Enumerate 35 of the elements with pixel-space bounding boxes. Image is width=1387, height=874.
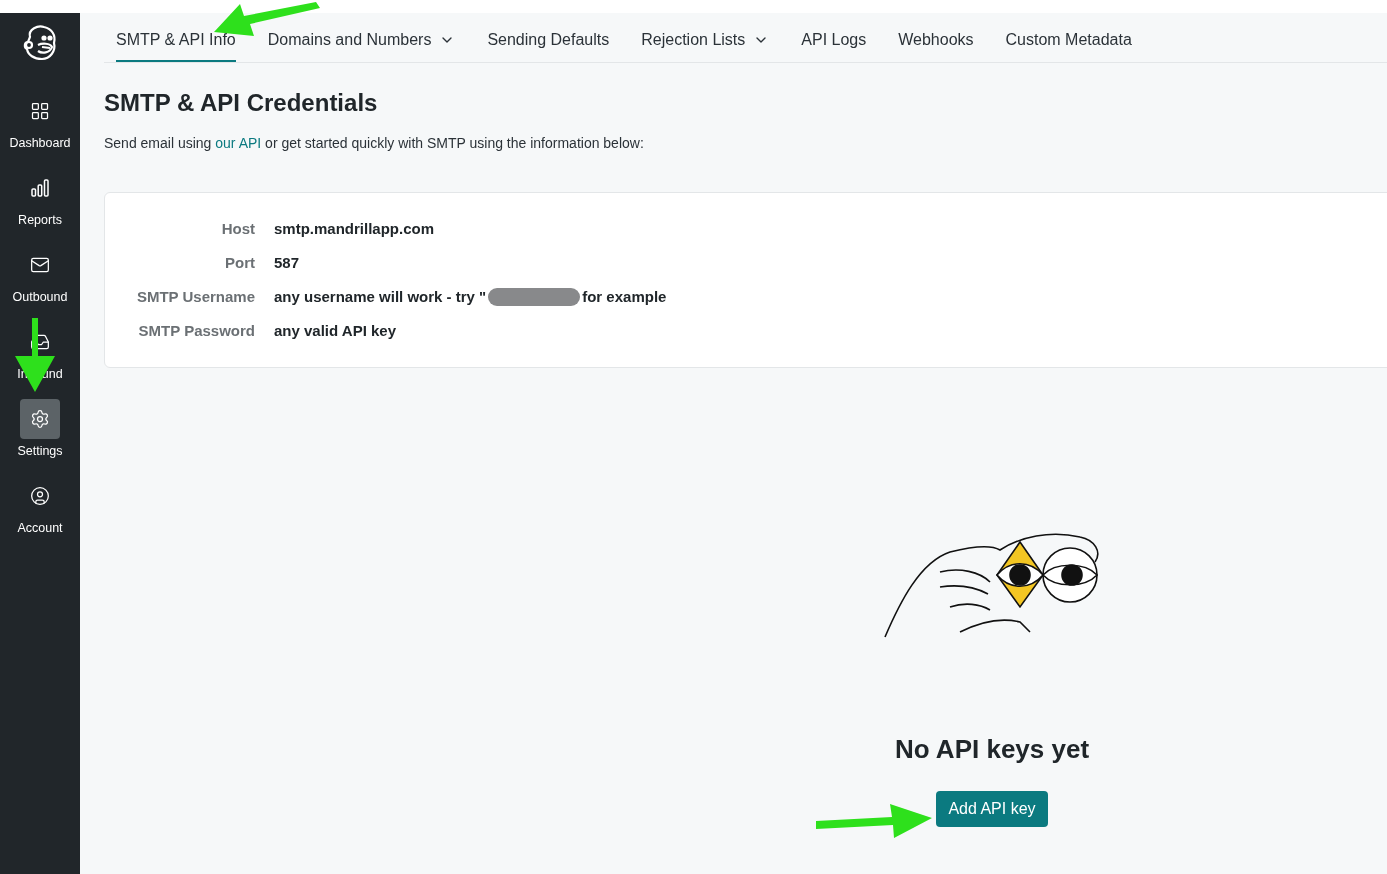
credential-value: smtp.mandrillapp.com <box>274 218 435 239</box>
sidebar-label: Reports <box>18 212 62 229</box>
tab[interactable]: Webhooks <box>898 28 974 62</box>
credential-value: for example <box>582 286 667 307</box>
tab[interactable]: Custom Metadata <box>1005 28 1132 62</box>
sidebar-item[interactable]: Reports <box>0 168 80 236</box>
grid-icon <box>30 101 50 121</box>
tab[interactable]: Domains and Numbers <box>267 28 456 62</box>
sidebar-item[interactable]: Account <box>0 476 80 544</box>
tab[interactable]: API Logs <box>801 28 867 62</box>
envelope-icon <box>30 255 50 275</box>
page-heading: SMTP & API Credentials <box>104 88 379 118</box>
credential-value: any valid API key <box>274 320 396 341</box>
sidebar-item[interactable]: Outbound <box>0 245 80 313</box>
sidebar-label: Dashboard <box>9 135 71 152</box>
description-text: Send email using our API or get started quickly with SMTP using the information below: <box>104 134 645 153</box>
tab[interactable]: Sending Defaults <box>487 28 610 62</box>
user-circle-icon <box>30 486 50 506</box>
sidebar-label: Account <box>17 520 63 537</box>
empty-state-title: No API keys yet <box>894 733 1090 766</box>
add-api-key-button[interactable]: Add API key <box>936 791 1048 827</box>
credential-label: SMTP Password <box>137 320 255 341</box>
credential-label: Port <box>224 252 255 273</box>
credential-value: 587 <box>274 252 300 273</box>
credential-label: Host <box>220 218 255 239</box>
bar-chart-icon <box>30 178 50 198</box>
credential-value: any username will work - try " <box>274 286 487 307</box>
api-link[interactable]: our API <box>215 135 262 151</box>
sidebar-label: Settings <box>17 443 63 460</box>
sidebar-label: Outbound <box>12 289 68 306</box>
sidebar-item[interactable]: Settings <box>0 399 80 467</box>
credential-label: SMTP Username <box>135 286 255 307</box>
sidebar-item[interactable]: Dashboard <box>0 91 80 159</box>
settings-icon <box>30 409 50 429</box>
tab[interactable]: Rejection Lists <box>641 28 770 62</box>
